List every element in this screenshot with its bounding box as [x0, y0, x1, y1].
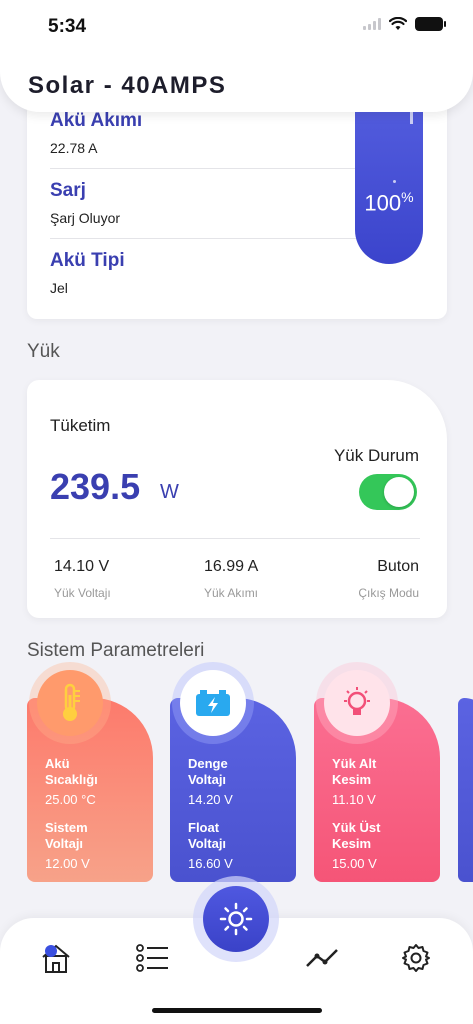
param-value: 15.00 V — [332, 856, 377, 871]
app-header: Solar - 40AMPS — [0, 40, 473, 112]
param-name: Yük Alt Kesim — [332, 756, 377, 787]
battery-charge-icon — [180, 670, 246, 736]
param-name: Yük Üst Kesim — [332, 820, 381, 851]
nav-solar-fab[interactable] — [203, 886, 269, 952]
list-icon — [136, 944, 168, 972]
stat-label: Yük Akımı — [204, 586, 259, 600]
home-indicator — [152, 1008, 322, 1013]
stat-load-current: 16.99 A Yük Akımı — [204, 558, 258, 600]
stat-load-voltage: 14.10 V Yük Voltajı — [54, 558, 111, 600]
nav-list[interactable] — [135, 940, 171, 976]
info-label: Akü Akımı — [50, 110, 143, 131]
toggle-knob — [384, 477, 414, 507]
battery-card: Akü Akımı 22.78 A Sarj Şarj Oluyor Akü T… — [27, 80, 447, 319]
sun-icon — [219, 902, 253, 936]
load-label: Tüketim — [50, 416, 111, 435]
info-value: Jel — [50, 280, 68, 296]
param-value: 16.60 V — [188, 856, 233, 871]
info-label: Sarj — [50, 180, 86, 201]
param-name: Float Voltajı — [188, 820, 227, 851]
param-card-cutoff[interactable]: Yük Alt Kesim 11.10 V Yük Üst Kesim 15.0… — [314, 670, 440, 882]
stat-value: 16.99 A — [204, 558, 259, 575]
divider — [50, 238, 360, 239]
info-value: Şarj Oluyor — [50, 210, 121, 226]
load-unit: W — [160, 481, 179, 503]
status-bar: 5:34 — [0, 0, 473, 50]
thermometer-icon — [37, 670, 103, 736]
section-title-params: Sistem Parametreleri — [27, 640, 205, 661]
page-title: Solar - 40AMPS — [28, 72, 227, 99]
gear-icon — [402, 944, 430, 972]
param-card-partial[interactable] — [458, 698, 473, 882]
param-name: Akü Sıcaklığı — [45, 756, 98, 787]
param-value: 25.00 °C — [45, 792, 96, 807]
info-row-battery-type: Akü Tipi Jel — [50, 250, 360, 296]
soc-number: 100 — [364, 190, 402, 216]
gauge-dot — [393, 180, 396, 183]
info-value: 22.78 A — [50, 140, 98, 156]
soc-unit: % — [401, 189, 414, 205]
load-status-label: Yük Durum — [333, 446, 419, 465]
nav-trend[interactable] — [304, 940, 340, 976]
load-card: Tüketim 239.5 W Yük Durum 14.10 V Yük Vo… — [27, 380, 447, 618]
stat-value: 14.10 V — [54, 558, 110, 575]
divider — [50, 538, 420, 539]
status-icons — [363, 17, 446, 31]
wifi-icon — [389, 17, 407, 30]
stat-label: Çıkış Modu — [358, 586, 419, 600]
load-value: 239.5 — [50, 466, 141, 507]
lightbulb-icon — [324, 670, 390, 736]
param-value: 11.10 V — [332, 792, 376, 807]
load-toggle[interactable] — [359, 474, 417, 510]
param-name: Sistem Voltajı — [45, 820, 88, 851]
info-label: Akü Tipi — [50, 250, 125, 271]
param-card-voltage[interactable]: Denge Voltajı 14.20 V Float Voltajı 16.6… — [170, 670, 296, 882]
param-card-temperature[interactable]: Akü Sıcaklığı 25.00 °C Sistem Voltajı 12… — [27, 670, 153, 882]
soc-value: 100% — [355, 189, 423, 216]
stat-label: Yük Voltajı — [54, 586, 111, 600]
nav-home[interactable] — [38, 940, 74, 976]
home-icon — [42, 944, 70, 973]
signal-icon — [363, 18, 381, 30]
stat-output-mode: Buton Çıkış Modu — [358, 558, 419, 600]
trend-icon — [306, 949, 338, 967]
param-name: Denge Voltajı — [188, 756, 228, 787]
stat-value: Buton — [377, 558, 419, 575]
param-value: 14.20 V — [188, 792, 233, 807]
info-row-charge: Sarj Şarj Oluyor — [50, 180, 360, 226]
info-row-battery-current: Akü Akımı 22.78 A — [50, 110, 360, 156]
section-title-load: Yük — [27, 341, 60, 362]
divider — [50, 168, 360, 169]
status-time: 5:34 — [48, 16, 87, 37]
param-value: 12.00 V — [45, 856, 90, 871]
nav-settings[interactable] — [398, 940, 434, 976]
battery-status-icon — [415, 17, 446, 31]
